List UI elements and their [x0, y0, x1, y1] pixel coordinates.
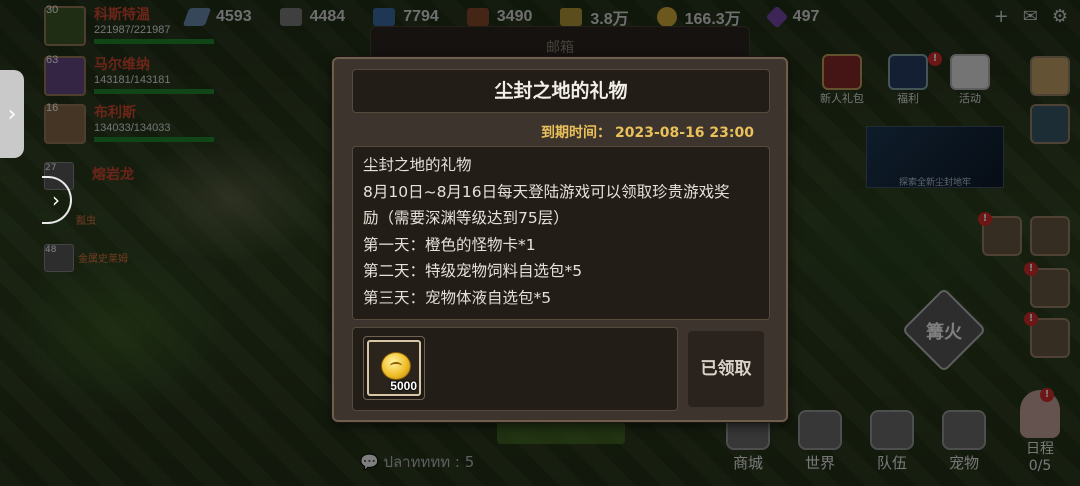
mail-detail-dialog: 尘封之地的礼物 到期时间： 2023-08-16 23:00 尘封之地的礼物 8月… — [332, 57, 788, 422]
content-line: 尘封之地的礼物 — [363, 156, 472, 174]
reward-item[interactable]: 5000 — [363, 336, 425, 400]
reward-item-frame: 5000 — [367, 340, 421, 396]
content-line: 励（需要深渊等级达到75层） — [363, 209, 569, 228]
dialog-title: 尘封之地的礼物 — [352, 69, 770, 113]
mail-content[interactable]: 尘封之地的礼物 8月10日~8月16日每天登陆游戏可以领取珍贵游戏奖 励（需要深… — [352, 146, 770, 320]
content-line: 第二天：特级宠物饲料自选包*5 — [363, 262, 583, 281]
scroll-fade — [353, 301, 769, 319]
chevron-right-icon: › — [7, 101, 17, 127]
gold-coin-icon — [381, 352, 411, 380]
reward-count: 5000 — [390, 379, 417, 393]
expiry-value: 2023-08-16 23:00 — [615, 125, 754, 141]
reward-area: 5000 — [352, 327, 678, 411]
expiry-time: 到期时间： 2023-08-16 23:00 — [541, 122, 754, 142]
chevron-right-icon: › — [52, 188, 60, 212]
expiry-label: 到期时间： — [541, 125, 611, 141]
content-line: 第一天：橙色的怪物卡*1 — [363, 235, 536, 254]
claimed-button[interactable]: 已领取 — [688, 331, 764, 407]
content-line: 8月10日~8月16日每天登陆游戏可以领取珍贵游戏奖 — [363, 182, 730, 201]
side-panel-toggle[interactable]: › — [0, 70, 24, 158]
